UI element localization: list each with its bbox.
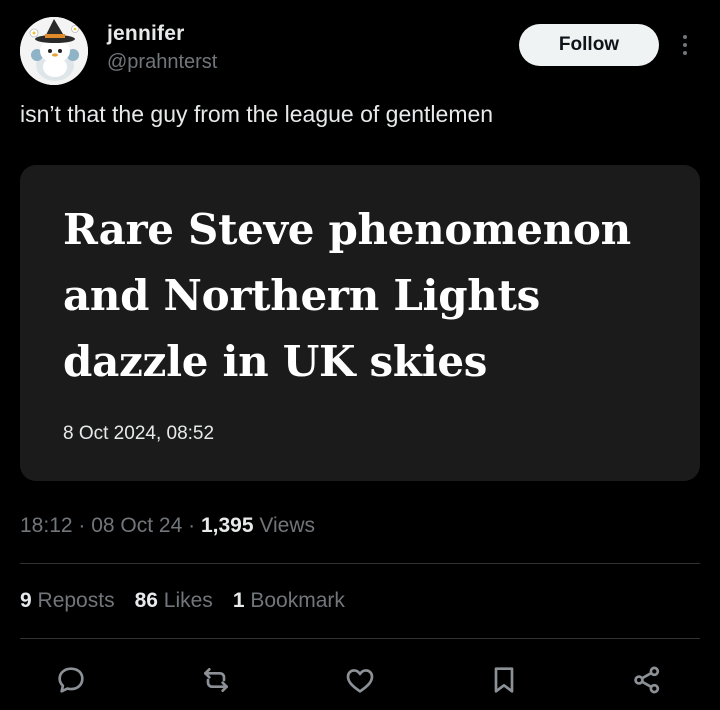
engagement-stats: 9 Reposts 86 Likes 1 Bookmark [20, 589, 345, 613]
views-label: Views [259, 514, 316, 537]
card-headline: Rare Steve phenomenon and Northern Light… [63, 205, 631, 386]
likes-stat[interactable]: 86 Likes [135, 589, 213, 613]
post-text: isn’t that the guy from the league of ge… [20, 101, 494, 127]
share-icon [634, 666, 660, 694]
reposts-count: 9 [20, 589, 32, 612]
likes-count: 86 [134, 589, 158, 612]
bookmarks-stat[interactable]: 1 Bookmark [233, 589, 345, 613]
views-count: 1,395 [200, 514, 254, 537]
meta-separator: · [182, 514, 201, 537]
bookmarks-label: Bookmark [250, 589, 345, 612]
reply-icon [58, 667, 84, 693]
post: jennifer @prahnterst Follow isn’t that t… [0, 0, 720, 710]
like-button[interactable] [340, 660, 380, 700]
action-bar [0, 660, 720, 700]
post-date: 08 Oct 24 [91, 514, 183, 537]
more-dot [683, 35, 687, 39]
share-button[interactable] [627, 660, 667, 700]
post-meta: 18:12 · 08 Oct 24 · 1,395 Views [20, 514, 315, 538]
meta-separator: · [72, 514, 92, 537]
card-date: 8 Oct 2024, 08:52 [63, 423, 215, 444]
like-icon [346, 669, 374, 693]
follow-button[interactable]: Follow [519, 24, 659, 66]
repost-button[interactable] [196, 660, 236, 700]
link-card[interactable]: Rare Steve phenomenon and Northern Light… [20, 165, 700, 481]
reposts-label: Reposts [37, 589, 115, 612]
more-vertical-icon[interactable] [676, 30, 694, 60]
reply-button[interactable] [51, 660, 91, 700]
post-time: 18:12 [20, 514, 73, 537]
bookmarks-count: 1 [232, 589, 245, 612]
penguin-witch-avatar-icon [20, 17, 88, 85]
avatar[interactable] [20, 17, 88, 85]
bookmark-icon [494, 667, 514, 693]
likes-label: Likes [163, 589, 213, 612]
reposts-stat[interactable]: 9 Reposts [20, 589, 115, 613]
divider [20, 638, 700, 639]
more-dot [683, 51, 687, 55]
author-display-name[interactable]: jennifer [107, 22, 184, 46]
divider [20, 563, 700, 564]
author-handle[interactable]: @prahnterst [107, 51, 217, 74]
repost-icon [204, 668, 228, 692]
more-dot [683, 43, 687, 47]
bookmark-button[interactable] [484, 660, 524, 700]
